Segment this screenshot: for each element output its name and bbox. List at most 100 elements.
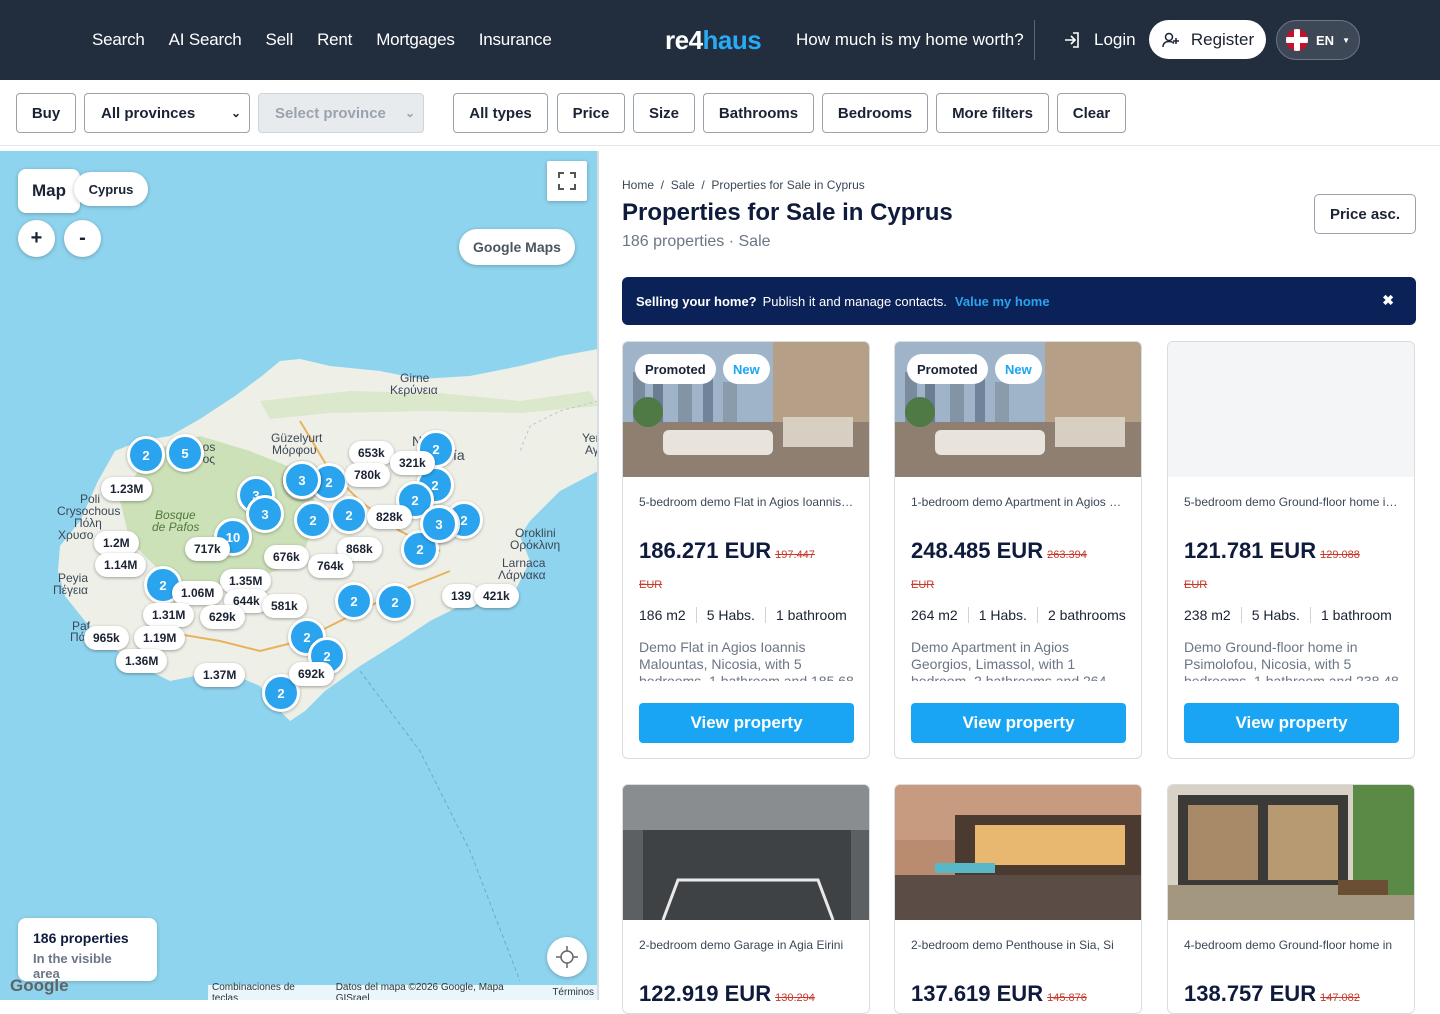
zoom-in-button[interactable]: + — [18, 220, 55, 257]
results-subtitle: 186 properties · Sale — [622, 233, 771, 250]
property-card[interactable]: 2-bedroom demo Garage in Agia Eirini 122… — [622, 784, 870, 1014]
register-button[interactable]: Register — [1149, 20, 1266, 59]
price-marker[interactable]: 421k — [474, 584, 519, 608]
price-marker[interactable]: 676k — [264, 545, 309, 569]
old-price: 145.876 — [1047, 992, 1087, 1004]
header-divider — [1034, 20, 1035, 60]
cluster-marker[interactable]: 2 — [294, 501, 332, 539]
cluster-marker[interactable]: 5 — [166, 434, 204, 472]
property-features: 238 m2 5 Habs. 1 bathroom — [1184, 607, 1402, 623]
map-panel[interactable]: Girne Κερύνεια Güzelyurt Μόρφου Poli Cry… — [0, 151, 598, 1000]
view-property-button[interactable]: View property — [639, 703, 854, 743]
price-marker[interactable]: 764k — [308, 554, 353, 578]
page-title: Properties for Sale in Cyprus — [622, 199, 953, 226]
nav-ai-search[interactable]: AI Search — [169, 30, 242, 50]
terms-link[interactable]: Términos — [552, 987, 594, 998]
price-marker[interactable]: 965k — [84, 626, 129, 650]
view-property-button[interactable]: View property — [1184, 703, 1399, 743]
price-marker[interactable]: 780k — [345, 463, 390, 487]
property-card[interactable]: 5-bedroom demo Ground-floor home in Psim… — [1167, 341, 1415, 759]
bathrooms-filter-button[interactable]: Bathrooms — [703, 93, 814, 133]
nav-sell[interactable]: Sell — [266, 30, 294, 50]
size-filter-button[interactable]: Size — [633, 93, 695, 133]
sort-button[interactable]: Price asc. — [1314, 194, 1416, 234]
province-select[interactable]: All provinces ⌄ — [84, 93, 250, 133]
subprovince-select[interactable]: Select province ⌄ — [258, 93, 424, 133]
clear-filters-button[interactable]: Clear — [1057, 93, 1126, 133]
nav-rent[interactable]: Rent — [317, 30, 352, 50]
cluster-marker[interactable]: 2 — [335, 582, 373, 620]
map-label: Μόρφου — [272, 443, 317, 457]
price-marker[interactable]: 717k — [185, 537, 230, 561]
region-chip[interactable]: Cyprus — [74, 172, 148, 206]
site-logo[interactable]: re4haus — [665, 25, 762, 56]
cluster-marker[interactable]: 3 — [283, 461, 321, 499]
zoom-out-button[interactable]: - — [64, 220, 101, 257]
property-area: 186 m2 — [639, 607, 686, 623]
property-description: Demo Flat in Agios Ioannis Malountas, Ni… — [639, 639, 854, 681]
price-marker[interactable]: 1.2M — [94, 531, 139, 555]
price-marker[interactable]: 1.19M — [134, 626, 186, 650]
chevron-down-icon: ⌄ — [230, 106, 241, 120]
price-marker[interactable]: 581k — [262, 594, 307, 618]
keyboard-shortcuts-link[interactable]: Combinaciones de teclas — [212, 982, 324, 1001]
property-card[interactable]: 4-bedroom demo Ground-floor home in 138.… — [1167, 784, 1415, 1014]
price-marker[interactable]: 321k — [390, 451, 435, 475]
price-marker[interactable]: 1.23M — [101, 477, 153, 501]
operation-button[interactable]: Buy — [16, 93, 76, 133]
cluster-marker[interactable]: 2 — [330, 496, 368, 534]
google-maps-button[interactable]: Google Maps — [459, 229, 575, 265]
fullscreen-button[interactable] — [547, 161, 587, 201]
price-marker[interactable]: 692k — [289, 662, 334, 686]
language-selector[interactable]: EN ▼ — [1276, 20, 1360, 60]
close-icon[interactable]: ✖ — [1382, 292, 1394, 309]
nav-search[interactable]: Search — [92, 30, 145, 50]
nav-mortgages[interactable]: Mortgages — [376, 30, 455, 50]
price-value: 122.919 EUR — [639, 981, 772, 1006]
price-marker[interactable]: 1.06M — [172, 581, 224, 605]
price-value: 138.757 EUR — [1184, 981, 1317, 1006]
register-label: Register — [1190, 29, 1255, 49]
cluster-marker[interactable]: 2 — [127, 436, 165, 474]
property-description: Demo Apartment in Agios Georgios, Limass… — [911, 639, 1107, 681]
more-filters-button[interactable]: More filters — [936, 93, 1049, 133]
property-title: 5-bedroom demo Flat in Agios Ioannis Mal… — [639, 495, 855, 509]
price-marker[interactable]: 1.36M — [116, 649, 168, 673]
price-marker[interactable]: 1.37M — [194, 663, 246, 687]
property-card[interactable]: Promoted New 1-bedroom demo Apartment in… — [894, 341, 1142, 759]
property-title: 1-bedroom demo Apartment in Agios Georgi… — [911, 495, 1127, 509]
nav-insurance[interactable]: Insurance — [479, 30, 552, 50]
login-link[interactable]: Login — [1062, 30, 1136, 50]
price-marker[interactable]: 828k — [367, 505, 412, 529]
crosshair-icon — [556, 946, 578, 968]
price-marker[interactable]: 653k — [349, 441, 394, 465]
top-header: Search AI Search Sell Rent Mortgages Ins… — [0, 0, 1440, 80]
type-filter-button[interactable]: All types — [453, 93, 548, 133]
cluster-marker[interactable]: 3 — [246, 495, 284, 533]
price-marker[interactable]: 1.31M — [143, 603, 195, 627]
logo-accent: haus — [702, 25, 762, 55]
new-badge: New — [723, 354, 770, 384]
recenter-button[interactable] — [547, 937, 587, 977]
old-price: 263.394 — [1047, 549, 1087, 561]
map-tab-button[interactable]: Map — [18, 169, 80, 213]
price-marker[interactable]: 629k — [200, 605, 245, 629]
bedrooms-filter-button[interactable]: Bedrooms — [822, 93, 928, 133]
property-card[interactable]: Promoted New 5-bedroom demo Flat in Agio… — [622, 341, 870, 759]
cluster-marker[interactable]: 2 — [376, 583, 414, 621]
cluster-marker[interactable]: 3 — [420, 505, 458, 543]
breadcrumb-sale[interactable]: Sale — [671, 178, 695, 192]
visible-count-title: 186 properties — [33, 930, 129, 946]
value-home-link[interactable]: Value my home — [955, 294, 1050, 309]
property-area: 238 m2 — [1184, 607, 1231, 623]
property-card[interactable]: 2-bedroom demo Penthouse in Sia, Si 137.… — [894, 784, 1142, 1014]
price-marker[interactable]: 1.14M — [95, 553, 147, 577]
property-photo — [1168, 785, 1414, 920]
new-badge: New — [995, 354, 1042, 384]
property-price: 138.757 EUR 147.082 — [1184, 981, 1360, 1007]
map-label: Λάρνακα — [498, 568, 546, 582]
breadcrumb-home[interactable]: Home — [622, 178, 654, 192]
home-worth-link[interactable]: How much is my home worth? — [796, 30, 1024, 50]
price-filter-button[interactable]: Price — [557, 93, 625, 133]
view-property-button[interactable]: View property — [911, 703, 1126, 743]
